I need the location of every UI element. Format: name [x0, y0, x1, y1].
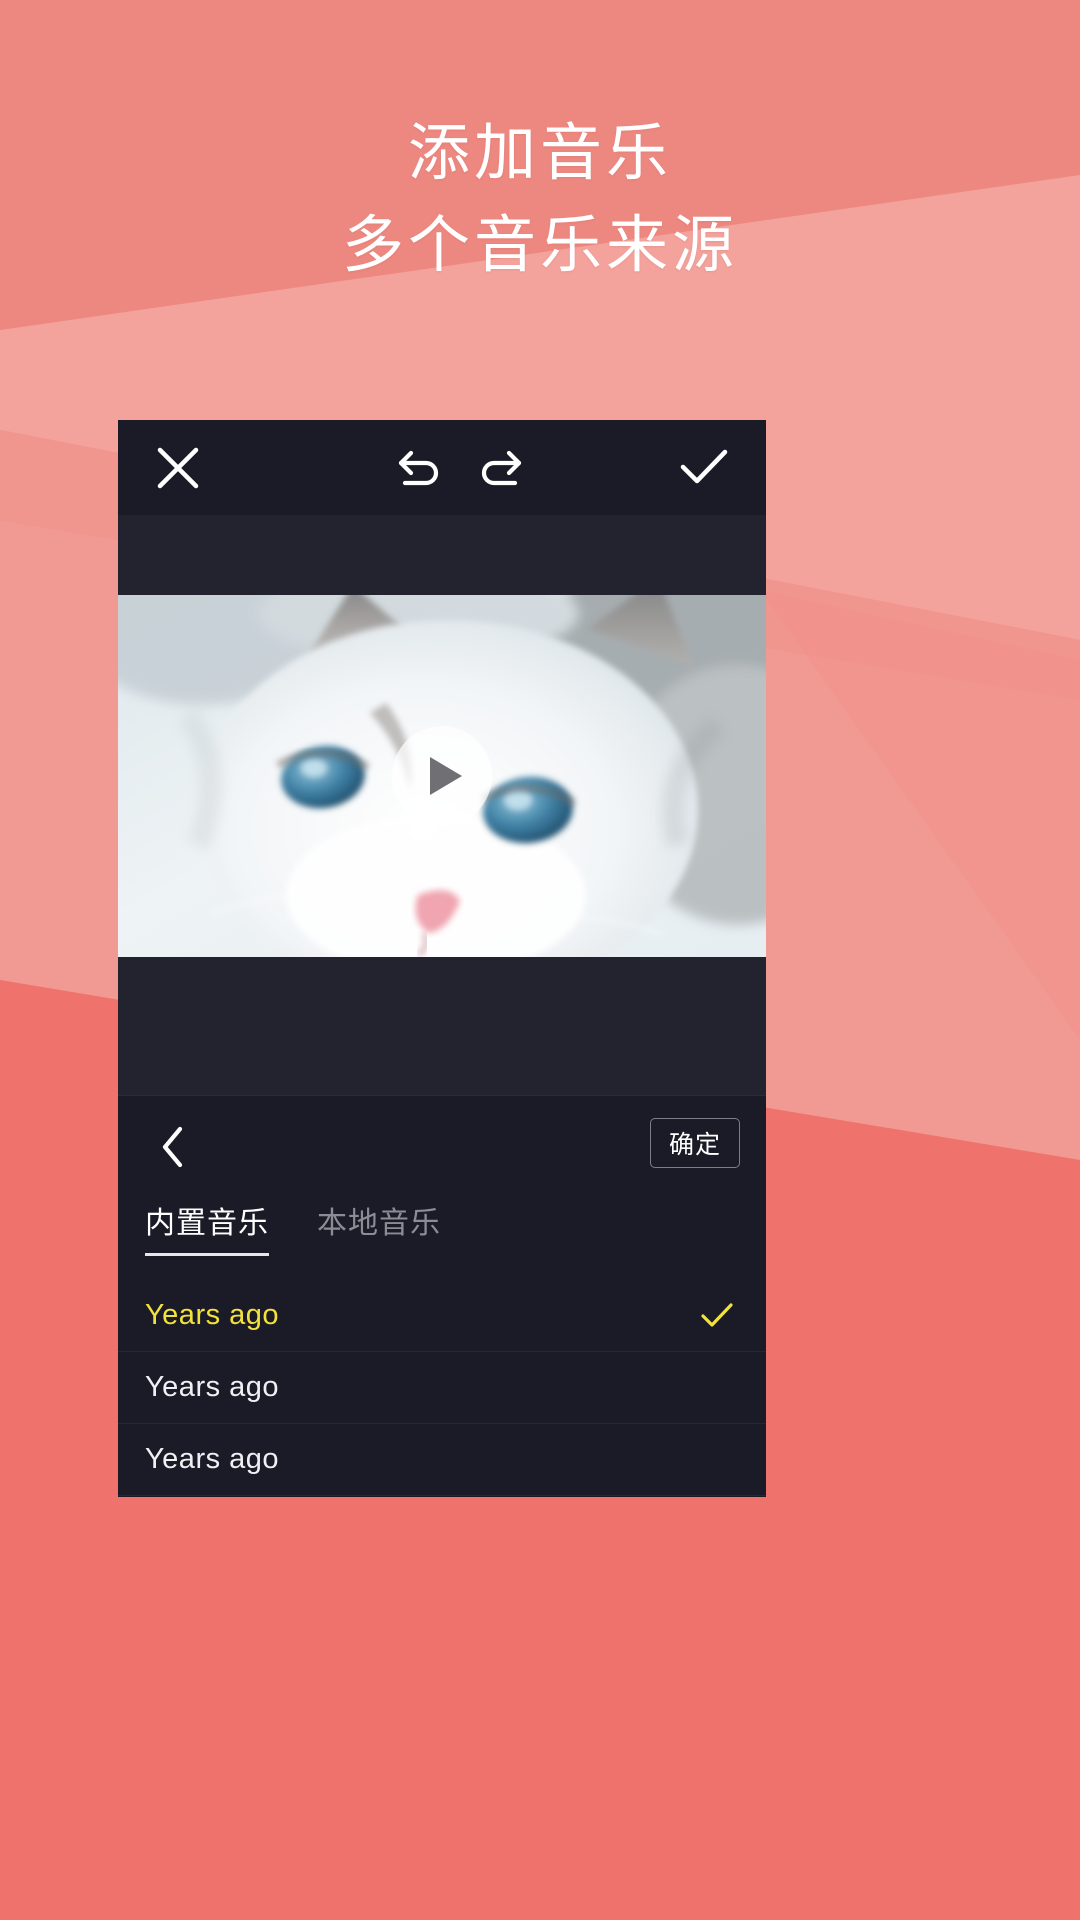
promo-headline: 添加音乐 多个音乐来源: [0, 108, 1080, 292]
chevron-left-icon: [162, 1126, 183, 1168]
song-row[interactable]: Years ago: [118, 1424, 766, 1496]
play-icon: [430, 757, 462, 795]
check-icon: [680, 449, 728, 484]
check-icon: [701, 1302, 733, 1327]
tab-builtin-music[interactable]: 内置音乐: [145, 1198, 269, 1256]
song-title: Years ago: [145, 1299, 280, 1331]
confirm-button[interactable]: [664, 428, 744, 508]
preview-letterbox-bottom: [118, 957, 766, 1095]
song-title: Years ago: [145, 1371, 280, 1403]
undo-button[interactable]: [383, 432, 457, 506]
redo-icon: [481, 450, 522, 486]
preview-letterbox-top: [118, 515, 766, 595]
undo-icon: [398, 450, 439, 486]
song-row[interactable]: Years ago: [118, 1352, 766, 1424]
song-list: Years ago Years ago Years ago Years ago: [118, 1280, 766, 1497]
headline-line-2: 多个音乐来源: [341, 211, 738, 280]
close-icon: [157, 447, 199, 489]
close-button[interactable]: [138, 428, 218, 508]
video-preview[interactable]: [118, 595, 766, 957]
song-title: Years ago: [145, 1443, 280, 1475]
music-picker-sheet: 确定 内置音乐 本地音乐 Years ago Years ago Years a…: [118, 1095, 766, 1497]
song-row[interactable]: Years ago: [118, 1496, 766, 1497]
song-selected-check: [700, 1302, 734, 1330]
tab-local-music[interactable]: 本地音乐: [317, 1198, 441, 1256]
play-button[interactable]: [392, 726, 492, 826]
music-source-tabs: 内置音乐 本地音乐: [118, 1198, 766, 1280]
redo-button[interactable]: [463, 432, 537, 506]
confirm-music-button[interactable]: 确定: [649, 1118, 740, 1168]
song-row[interactable]: Years ago: [118, 1280, 766, 1352]
app-screenshot-panel: 确定 内置音乐 本地音乐 Years ago Years ago Years a…: [118, 420, 766, 1497]
back-button[interactable]: [140, 1114, 206, 1180]
music-sheet-header: 确定: [118, 1096, 766, 1198]
headline-line-1: 添加音乐: [407, 119, 672, 188]
editor-toolbar: [118, 420, 766, 515]
